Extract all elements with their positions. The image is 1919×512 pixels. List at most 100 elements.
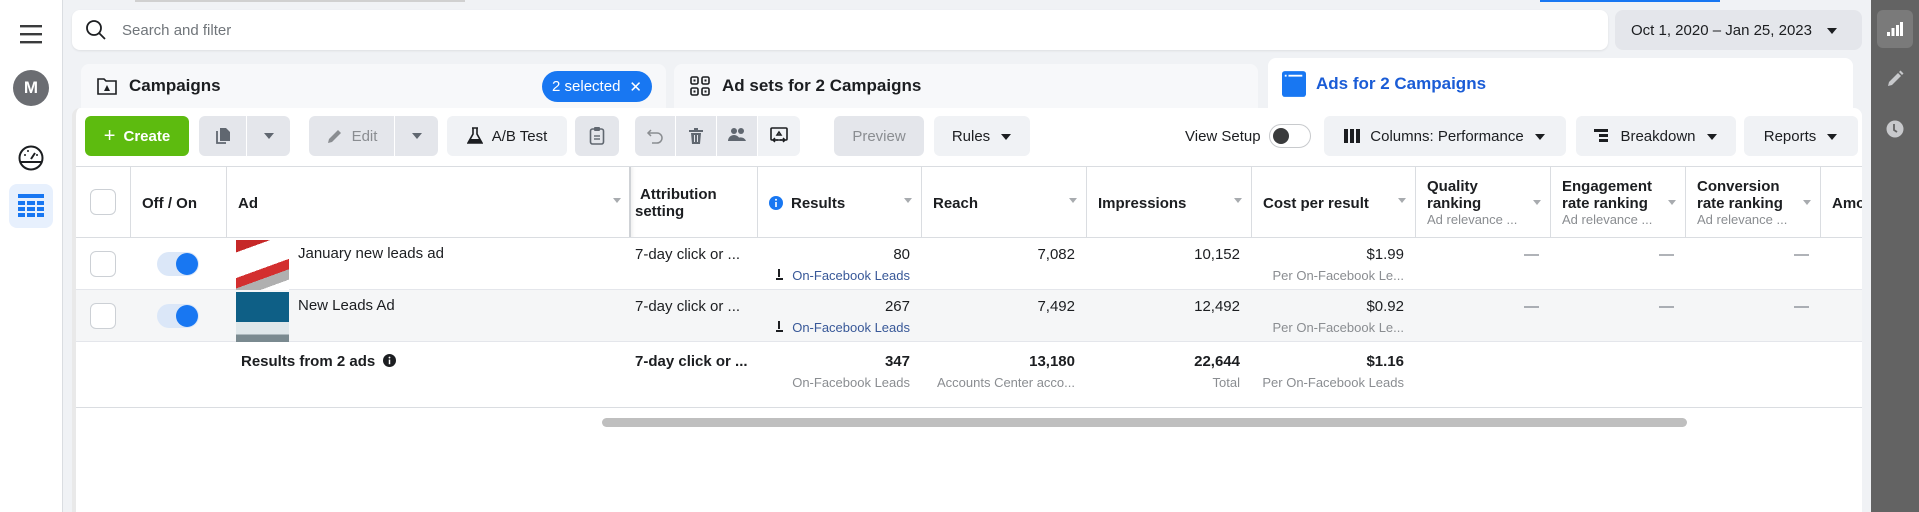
account-overview-button[interactable] bbox=[9, 136, 53, 180]
total-reach-value: 13,180 bbox=[1029, 353, 1075, 370]
total-impressions: 22,644 Total bbox=[1087, 342, 1252, 407]
header-attribution[interactable]: Attribution setting bbox=[631, 167, 758, 239]
header-off-on[interactable]: Off / On bbox=[131, 167, 227, 239]
ad-name-link[interactable]: New Leads Ad bbox=[298, 297, 395, 314]
ad-name-link[interactable]: January new leads ad bbox=[298, 245, 444, 262]
clipboard-button[interactable] bbox=[575, 116, 619, 156]
search-icon bbox=[84, 18, 108, 42]
sort-icon[interactable] bbox=[1533, 200, 1541, 205]
menu-button[interactable] bbox=[9, 12, 53, 56]
audience-button[interactable] bbox=[717, 116, 757, 156]
clipboard-icon bbox=[589, 127, 605, 145]
reach-value: 7,492 bbox=[1037, 298, 1075, 315]
sort-icon[interactable] bbox=[1668, 200, 1676, 205]
duplicate-button[interactable] bbox=[199, 116, 246, 156]
edit-dropdown[interactable] bbox=[395, 116, 438, 156]
charts-button[interactable] bbox=[1877, 10, 1913, 48]
engagement-value: — bbox=[1659, 298, 1674, 315]
ad-thumbnail[interactable] bbox=[236, 292, 289, 342]
duplicate-dropdown[interactable] bbox=[247, 116, 290, 156]
lead-icon bbox=[776, 321, 784, 332]
sort-icon[interactable] bbox=[1398, 198, 1406, 203]
preview-button[interactable]: Preview bbox=[834, 116, 924, 156]
conversion-value: — bbox=[1794, 246, 1809, 263]
select-all-cell bbox=[76, 167, 131, 239]
edit-button[interactable]: Edit bbox=[309, 116, 394, 156]
table-header: Off / On Ad Attribution setting Results R… bbox=[76, 166, 1866, 238]
search-bar[interactable]: Search and filter bbox=[72, 10, 1608, 50]
quality-value: — bbox=[1524, 246, 1539, 263]
header-conversion-ranking[interactable]: Conversion rate ranking Ad relevance ... bbox=[1686, 167, 1821, 239]
header-amount[interactable]: Amo bbox=[1821, 167, 1866, 239]
rules-button[interactable]: Rules bbox=[934, 116, 1030, 156]
header-conversion-line1: Conversion bbox=[1697, 178, 1780, 195]
select-all-checkbox[interactable] bbox=[90, 189, 116, 215]
selected-badge[interactable]: 2 selected ✕ bbox=[542, 71, 652, 102]
tab-ads-label: Ads for 2 Campaigns bbox=[1316, 74, 1487, 93]
tab-campaigns-label: Campaigns bbox=[129, 76, 221, 95]
sort-icon[interactable] bbox=[904, 198, 912, 203]
impressions-value: 12,492 bbox=[1194, 298, 1240, 315]
header-attribution-label: Attribution setting bbox=[635, 186, 717, 220]
cell-quality: — bbox=[1416, 238, 1551, 289]
view-setup-toggle[interactable] bbox=[1268, 124, 1311, 148]
date-range-picker[interactable]: Oct 1, 2020 – Jan 25, 2023 bbox=[1615, 10, 1862, 50]
create-button[interactable]: + Create bbox=[85, 116, 189, 156]
header-ad-label: Ad bbox=[238, 194, 258, 212]
undo-button[interactable] bbox=[635, 116, 675, 156]
ab-test-button[interactable]: A/B Test bbox=[447, 116, 567, 156]
ad-toggle[interactable] bbox=[157, 252, 199, 276]
header-reach-label: Reach bbox=[933, 194, 979, 212]
pencil-icon bbox=[1888, 70, 1904, 86]
sort-icon[interactable] bbox=[1234, 198, 1242, 203]
tab-ads[interactable]: Ads for 2 Campaigns bbox=[1268, 58, 1853, 110]
header-quality-ranking[interactable]: Quality ranking Ad relevance ... bbox=[1416, 167, 1551, 239]
ads-table: Off / On Ad Attribution setting Results R… bbox=[76, 166, 1866, 408]
breakdown-button[interactable]: Breakdown bbox=[1576, 116, 1736, 156]
history-button[interactable] bbox=[1877, 110, 1913, 148]
header-ad[interactable]: Ad bbox=[227, 167, 631, 239]
conversion-value: — bbox=[1794, 298, 1809, 315]
tab-adsets[interactable]: Ad sets for 2 Campaigns bbox=[674, 64, 1258, 108]
undo-icon bbox=[646, 129, 663, 144]
ad-toggle[interactable] bbox=[157, 304, 199, 328]
sort-icon[interactable] bbox=[1803, 200, 1811, 205]
clear-selection-icon[interactable]: ✕ bbox=[629, 78, 642, 96]
rules-label: Rules bbox=[951, 127, 991, 145]
total-attribution: 7-day click or ... bbox=[635, 342, 758, 407]
header-engagement-sub: Ad relevance ... bbox=[1562, 212, 1653, 227]
header-reach[interactable]: Reach bbox=[922, 167, 1087, 239]
header-impressions[interactable]: Impressions bbox=[1087, 167, 1252, 239]
sort-icon[interactable] bbox=[1069, 198, 1077, 203]
search-input[interactable]: Search and filter bbox=[122, 22, 231, 39]
header-results[interactable]: Results bbox=[758, 167, 922, 239]
cell-conversion: — bbox=[1686, 290, 1821, 341]
table-row[interactable]: January new leads ad 7-day click or ... … bbox=[76, 238, 1866, 290]
totals-label: Results from 2 ads bbox=[241, 342, 621, 407]
total-reach: 13,180 Accounts Center acco... bbox=[922, 342, 1087, 407]
edit-panel-button[interactable] bbox=[1877, 60, 1913, 98]
horizontal-scrollbar[interactable] bbox=[602, 418, 1687, 427]
ad-thumbnail[interactable] bbox=[236, 240, 289, 290]
results-type-link[interactable]: On-Facebook Leads bbox=[758, 320, 910, 335]
row-checkbox[interactable] bbox=[90, 303, 116, 329]
delete-button[interactable] bbox=[676, 116, 716, 156]
row-checkbox[interactable] bbox=[90, 251, 116, 277]
sort-icon[interactable] bbox=[613, 198, 621, 203]
reports-button[interactable]: Reports bbox=[1744, 116, 1858, 156]
header-cost-per-result[interactable]: Cost per result bbox=[1252, 167, 1416, 239]
table-row[interactable]: New Leads Ad 7-day click or ... 267 On-Fa… bbox=[76, 290, 1866, 342]
tab-campaigns[interactable]: Campaigns 2 selected ✕ bbox=[81, 64, 666, 108]
header-engagement-ranking[interactable]: Engagement rate ranking Ad relevance ... bbox=[1551, 167, 1686, 239]
engagement-value: — bbox=[1659, 246, 1674, 263]
tab-adsets-label: Ad sets for 2 Campaigns bbox=[722, 76, 922, 95]
avatar[interactable]: M bbox=[13, 70, 49, 106]
caret-down-icon bbox=[1534, 128, 1546, 145]
export-button[interactable] bbox=[758, 116, 800, 156]
header-quality-line2: ranking bbox=[1427, 195, 1482, 212]
columns-button[interactable]: Columns: Performance bbox=[1324, 116, 1566, 156]
ads-manager-button[interactable] bbox=[9, 184, 53, 228]
info-icon[interactable] bbox=[383, 354, 397, 367]
results-type-link[interactable]: On-Facebook Leads bbox=[758, 268, 910, 283]
breakdown-label: Breakdown bbox=[1620, 127, 1696, 145]
